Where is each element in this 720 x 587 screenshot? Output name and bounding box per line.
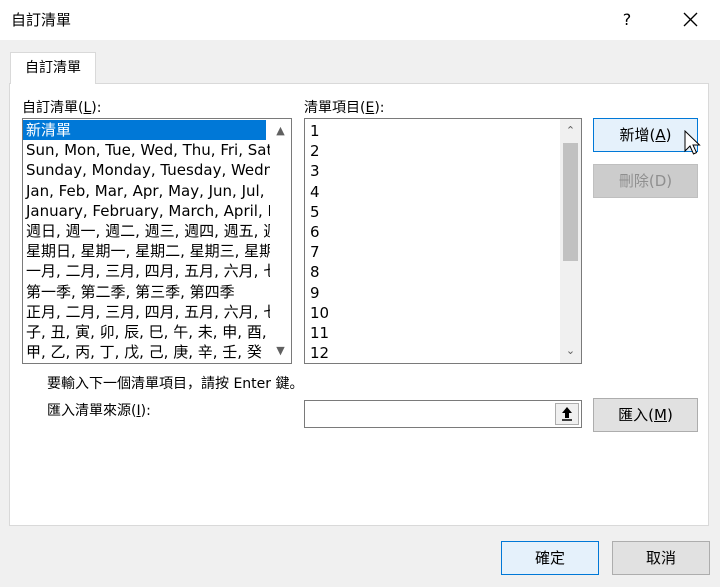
scroll-thumb[interactable] <box>563 143 578 261</box>
hint-text: 要輸入下一個清單項目，請按 Enter 鍵。 <box>47 376 304 392</box>
cancel-button[interactable]: 取消 <box>612 541 710 575</box>
mouse-pointer-icon <box>684 130 701 155</box>
ok-button[interactable]: 確定 <box>501 541 599 575</box>
list-entries-textarea[interactable]: 1 2 3 4 5 6 7 8 9 10 11 12 ⌃ ⌄ <box>304 118 582 364</box>
custom-list-item[interactable]: 第一季, 第二季, 第三季, 第四季 <box>23 282 272 302</box>
list-entries-scrollbar[interactable]: ⌃ ⌄ <box>560 119 581 363</box>
import-source-label: 匯入清單來源(I): <box>47 403 151 419</box>
list-entry-line: 9 <box>310 283 320 302</box>
scroll-up-icon[interactable]: ▲ <box>270 121 291 141</box>
import-button[interactable]: 匯入(M) <box>593 398 698 432</box>
delete-button[interactable]: 刪除(D) <box>593 164 698 198</box>
list-entry-line: 7 <box>310 243 320 262</box>
custom-list-item[interactable]: 子, 丑, 寅, 卯, 辰, 巳, 午, 未, 申, 酉, 戌 <box>23 322 286 342</box>
custom-lists-listbox[interactable]: 新清單 Sun, Mon, Tue, Wed, Thu, Fri, Sat Sund… <box>22 118 292 364</box>
custom-lists-scrollbar[interactable]: ▲ ▼ <box>270 119 291 363</box>
range-select-icon <box>560 407 574 426</box>
help-button[interactable]: ? <box>612 8 642 32</box>
collapse-dialog-button[interactable] <box>555 403 579 425</box>
close-icon <box>683 12 698 27</box>
list-entries-label: 清單項目(E): <box>304 100 385 116</box>
list-entry-line: 2 <box>310 142 320 161</box>
list-entry-line: 12 <box>310 344 330 363</box>
scroll-up-icon[interactable]: ⌃ <box>560 121 581 141</box>
close-button[interactable] <box>676 6 706 34</box>
list-entry-line: 5 <box>310 202 320 221</box>
list-entry-line: 6 <box>310 222 320 241</box>
custom-list-item[interactable]: 甲, 乙, 丙, 丁, 戊, 己, 庚, 辛, 壬, 癸 <box>23 342 272 362</box>
custom-list-item[interactable]: 星期日, 星期一, 星期二, 星期三, 星期 <box>23 241 274 261</box>
custom-list-item[interactable]: Sun, Mon, Tue, Wed, Thu, Fri, Sat <box>23 140 272 160</box>
scroll-down-icon[interactable]: ⌄ <box>560 341 581 361</box>
scroll-down-icon[interactable]: ▼ <box>270 341 291 361</box>
title-bar: 自訂清單 ? <box>0 0 720 40</box>
list-entry-line: 10 <box>310 303 330 322</box>
custom-list-item[interactable]: 週日, 週一, 週二, 週三, 週四, 週五, 週 <box>23 221 278 241</box>
list-entry-line: 4 <box>310 182 320 201</box>
custom-list-item[interactable]: 新清單 <box>23 120 266 141</box>
tab-custom-lists[interactable]: 自訂清單 <box>10 52 96 84</box>
add-button[interactable]: 新增(A) <box>593 118 698 152</box>
custom-list-item[interactable]: Sunday, Monday, Tuesday, Wedn <box>23 160 273 180</box>
list-entry-line: 11 <box>310 323 330 342</box>
custom-list-item[interactable]: 一月, 二月, 三月, 四月, 五月, 六月, 七 <box>23 261 278 281</box>
dialog-title: 自訂清單 <box>11 11 72 29</box>
import-source-input[interactable] <box>304 400 582 428</box>
custom-list-item[interactable]: Jan, Feb, Mar, Apr, May, Jun, Jul, <box>23 181 272 201</box>
custom-lists-label: 自訂清單(L): <box>22 100 102 116</box>
list-entry-line: 1 <box>310 122 320 140</box>
custom-list-item[interactable]: 正月, 二月, 三月, 四月, 五月, 六月, 七 <box>23 302 278 322</box>
list-entry-line: 8 <box>310 263 320 282</box>
list-entry-line: 3 <box>310 162 320 181</box>
custom-list-item[interactable]: January, February, March, April, M <box>23 201 280 221</box>
